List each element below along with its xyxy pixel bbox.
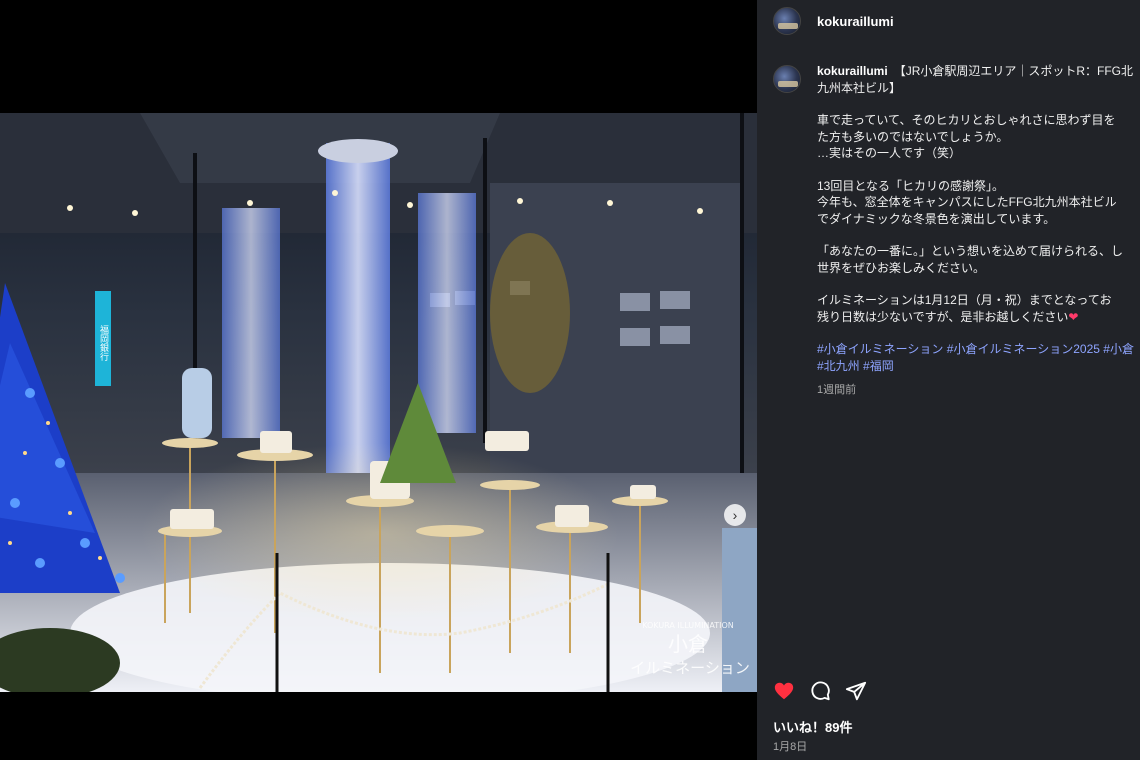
caption-block: kokuraillumi 【JR小倉駅周辺エリア｜スポットR：FFG北九州本社ビル… [773,63,1140,399]
next-image-button[interactable]: › [724,504,746,526]
caption-avatar[interactable] [773,65,801,93]
hashtag-link[interactable]: #小倉 [1103,342,1134,356]
comment-icon[interactable] [809,680,831,702]
heart-emoji: ❤ [1068,309,1079,324]
hashtag-list: #小倉イルミネーション #小倉イルミネーション2025 #小倉 #北九州 #福岡 [817,341,1140,374]
post-photo[interactable]: 福岡銀行 KOKURA ILLUMINATION 小倉 イルミネーション › [0,113,757,692]
post-date: 1月8日 [773,741,808,753]
illumination-scene: 福岡銀行 KOKURA ILLUMINATION 小倉 イルミネーション [0,113,757,692]
caption-paragraph-last: イルミネーションは1月12日（月・祝）までとなってお 残り日数は少ないですが、是… [817,292,1140,325]
media-pane: 福岡銀行 KOKURA ILLUMINATION 小倉 イルミネーション › [0,0,757,760]
caption-first-line: kokuraillumi 【JR小倉駅周辺エリア｜スポットR：FFG北九州本社ビル… [817,63,1140,96]
hashtag-link[interactable]: #福岡 [863,359,894,373]
send-icon[interactable] [845,680,867,702]
hashtag-link[interactable]: #小倉イルミネーション2025 [947,342,1100,356]
caption-paragraph: 「あなたの一番に。」という想いを込めて届けられる、し 世界をぜひお楽しみください… [817,244,1124,275]
bank-sign-text: 福岡銀行 [98,324,109,362]
caption-time-ago: 1週間前 [817,384,857,396]
post-header: kokuraillumi [757,0,1140,42]
hashtag-link[interactable]: #小倉イルミネーション [817,342,943,356]
watermark-line3: イルミネーション [630,659,750,677]
caption-username[interactable]: kokuraillumi [817,64,888,78]
action-bar [773,680,867,702]
caption-paragraph: 車で走っていて、そのヒカリとおしゃれさに思わず目を た方も多いのではないでしょう… [817,113,1116,160]
caption-paragraph: 13回目となる「ヒカリの感謝祭」。 今年も、窓全体をキャンパスにしたFFG北九州… [817,178,1117,226]
heart-icon[interactable] [773,680,795,702]
likes-count[interactable]: いいね！89件 [773,717,852,736]
header-username[interactable]: kokuraillumi [817,14,894,29]
caption-body: kokuraillumi 【JR小倉駅周辺エリア｜スポットR：FFG北九州本社ビル… [817,63,1140,399]
watermark-line2: 小倉 [668,632,708,656]
watermark-line1: KOKURA ILLUMINATION [642,621,734,630]
post-side-panel: kokuraillumi kokuraillumi 【JR小倉駅周辺エリア｜スポッ… [757,0,1140,760]
avatar[interactable] [773,7,801,35]
hashtag-link[interactable]: #北九州 [817,359,860,373]
chevron-right-icon: › [732,507,738,523]
